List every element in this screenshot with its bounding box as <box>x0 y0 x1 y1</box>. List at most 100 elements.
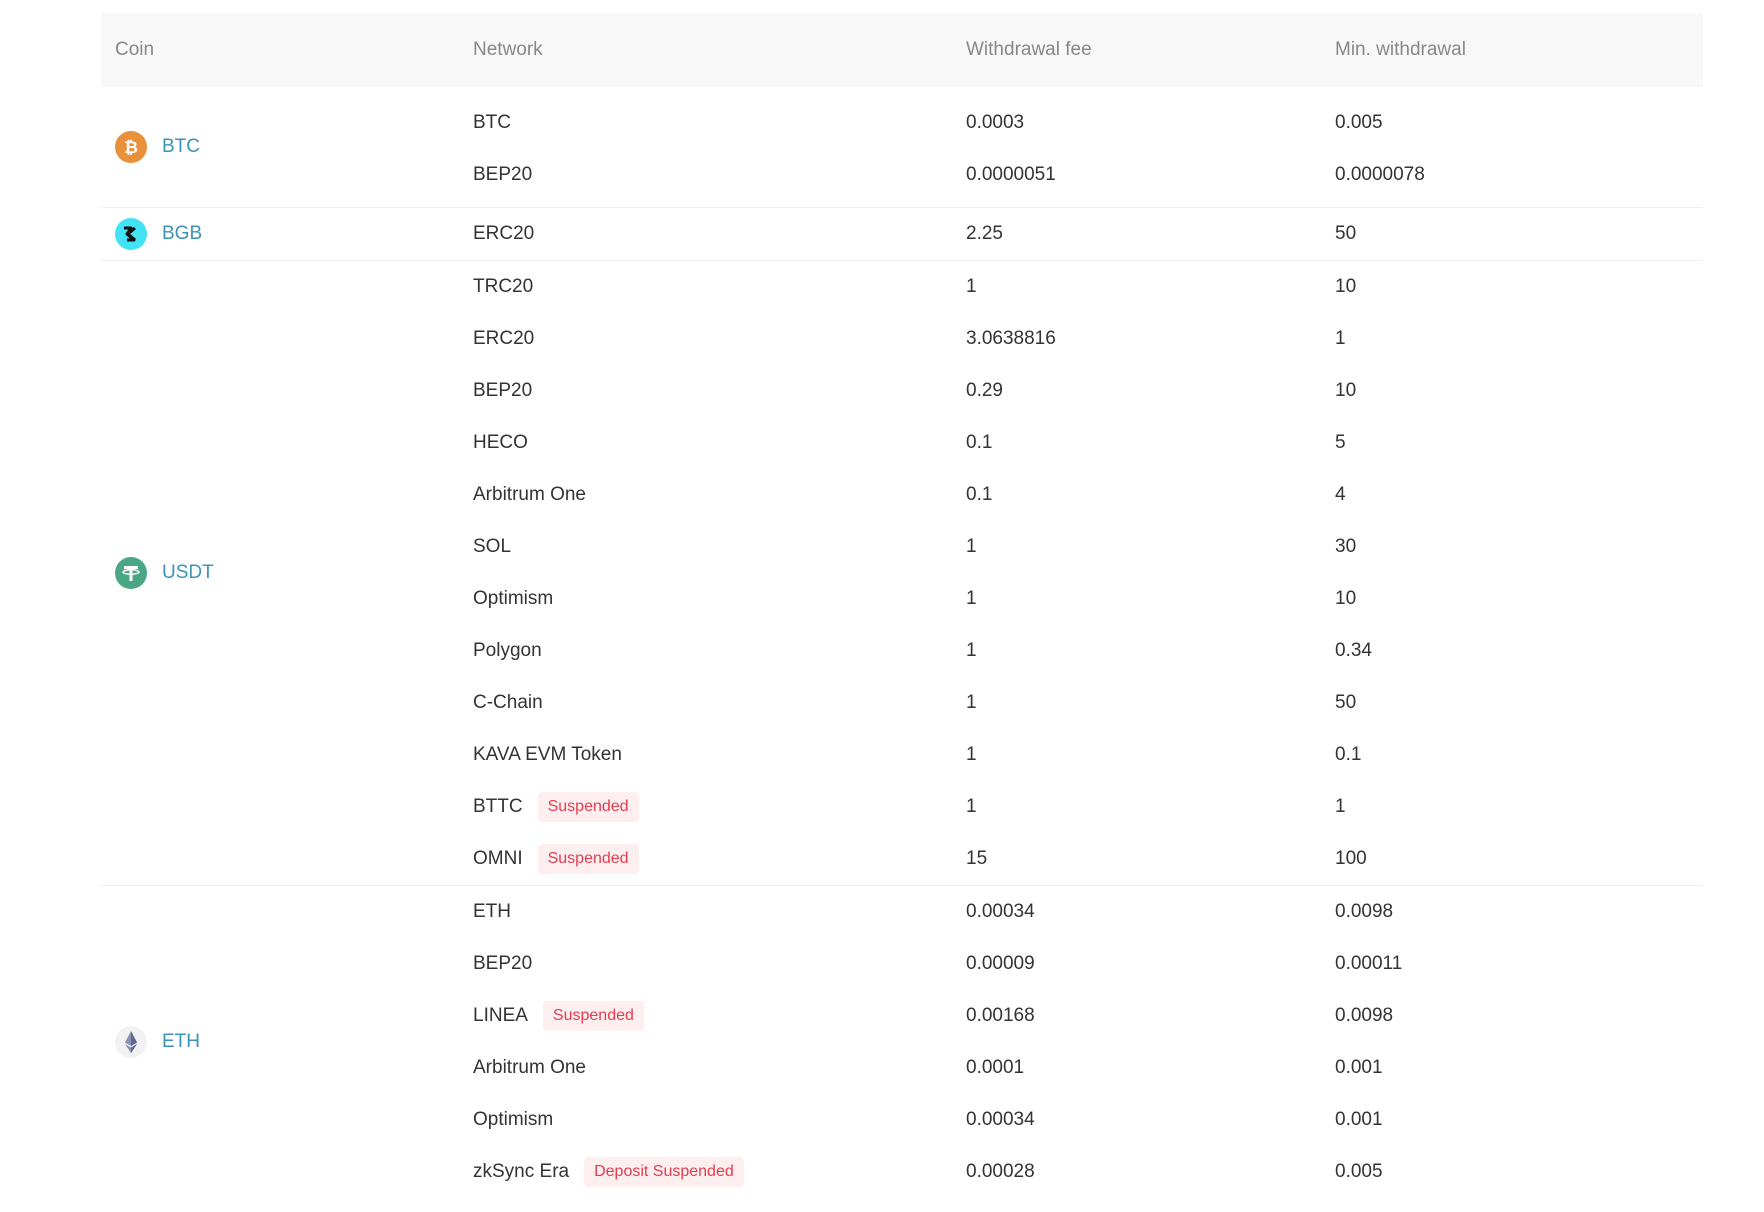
coin-cell[interactable]: USDT <box>101 261 473 885</box>
withdrawal-fee-cell: 0.00034 <box>966 1109 1035 1130</box>
table-row: zkSync Era Deposit Suspended 0.00028 0.005 <box>473 1146 1703 1198</box>
table-row: OMNI Suspended 15 100 <box>473 833 1703 885</box>
header-withdrawal-fee: Withdrawal fee <box>966 39 1092 60</box>
min-withdrawal-cell: 0.0098 <box>1335 1005 1394 1026</box>
network-cell: zkSync Era Deposit Suspended <box>473 1157 966 1187</box>
table-row: Arbitrum One 0.1 4 <box>473 469 1703 521</box>
network-cell: Optimism <box>473 588 966 610</box>
network-name: C-Chain <box>473 692 543 713</box>
table-row: BTTC Suspended 1 1 <box>473 781 1703 833</box>
min-withdrawal-cell: 1 <box>1335 796 1346 817</box>
network-cell: OMNI Suspended <box>473 844 966 874</box>
header-coin: Coin <box>115 39 155 60</box>
bitcoin-icon: ₿ <box>115 131 147 163</box>
table-header: Coin Network Withdrawal fee Min. withdra… <box>101 13 1703 87</box>
withdrawal-fee-cell: 0.29 <box>966 380 1003 401</box>
network-cell: Arbitrum One <box>473 1057 966 1079</box>
status-badge: Suspended <box>537 792 639 822</box>
withdrawal-fee-cell: 0.0003 <box>966 112 1025 133</box>
network-cell: C-Chain <box>473 692 966 714</box>
table-row: Arbitrum One 0.0001 0.001 <box>473 1042 1703 1094</box>
withdrawal-fee-cell: 1 <box>966 536 977 557</box>
min-withdrawal-cell: 0.005 <box>1335 112 1383 133</box>
network-cell: BEP20 <box>473 380 966 402</box>
network-name: BEP20 <box>473 164 533 185</box>
network-name: HECO <box>473 432 528 453</box>
min-withdrawal-cell: 0.0098 <box>1335 901 1394 922</box>
coin-link[interactable]: USDT <box>162 562 214 584</box>
min-withdrawal-cell: 0.34 <box>1335 640 1372 661</box>
network-name: ERC20 <box>473 328 535 349</box>
withdrawal-fee-cell: 0.0000051 <box>966 164 1056 185</box>
network-name: zkSync Era <box>473 1161 570 1182</box>
network-name: BTC <box>473 112 511 133</box>
min-withdrawal-cell: 0.0000078 <box>1335 164 1425 185</box>
min-withdrawal-cell: 0.001 <box>1335 1109 1383 1130</box>
min-withdrawal-cell: 30 <box>1335 536 1357 557</box>
min-withdrawal-cell: 0.00011 <box>1335 953 1403 974</box>
network-cell: Polygon <box>473 640 966 662</box>
network-cell: KAVA EVM Token <box>473 744 966 766</box>
coin-link[interactable]: ETH <box>162 1031 200 1053</box>
table-row: BEP20 0.0000051 0.0000078 <box>473 149 1703 201</box>
network-rows: BTC 0.0003 0.005 BEP20 0.0000051 0.0000078 <box>473 87 1703 207</box>
min-withdrawal-cell: 0.1 <box>1335 744 1362 765</box>
min-withdrawal-cell: 0.005 <box>1335 1161 1383 1182</box>
header-network: Network <box>473 39 543 60</box>
network-rows: ERC20 2.25 50 <box>473 208 1703 260</box>
withdrawal-fee-cell: 2.25 <box>966 223 1003 244</box>
withdrawal-fee-table: Coin Network Withdrawal fee Min. withdra… <box>101 13 1703 1198</box>
coin-group-bgb: BGB ERC20 2.25 50 <box>101 208 1703 261</box>
coin-link[interactable]: BTC <box>162 136 200 158</box>
withdrawal-fee-cell: 0.1 <box>966 432 993 453</box>
network-rows: TRC20 1 10 ERC20 3.0638816 1 BEP20 0.29 10 HECO 0.… <box>473 261 1703 885</box>
withdrawal-fee-cell: 0.00009 <box>966 953 1035 974</box>
table-row: BEP20 0.29 10 <box>473 365 1703 417</box>
tether-icon <box>115 557 147 589</box>
header-min-withdrawal: Min. withdrawal <box>1335 39 1466 60</box>
network-name: Optimism <box>473 1109 554 1130</box>
coin-group-usdt: USDT TRC20 1 10 ERC20 3.0638816 1 BEP20 0.29 10 HE… <box>101 261 1703 886</box>
min-withdrawal-cell: 100 <box>1335 848 1367 869</box>
network-cell: ERC20 <box>473 328 966 350</box>
network-cell: ETH <box>473 901 966 923</box>
coin-group-eth: ETH ETH 0.00034 0.0098 BEP20 0.00009 0.00011 LI… <box>101 886 1703 1198</box>
withdrawal-fee-cell: 3.0638816 <box>966 328 1056 349</box>
bitget-icon <box>115 218 147 250</box>
coin-cell[interactable]: BGB <box>101 208 473 260</box>
min-withdrawal-cell: 10 <box>1335 380 1357 401</box>
coin-link[interactable]: BGB <box>162 223 202 245</box>
withdrawal-fee-cell: 1 <box>966 640 977 661</box>
network-cell: BTC <box>473 112 966 134</box>
withdrawal-fee-cell: 1 <box>966 588 977 609</box>
withdrawal-fee-cell: 0.00168 <box>966 1005 1035 1026</box>
table-row: Optimism 1 10 <box>473 573 1703 625</box>
network-rows: ETH 0.00034 0.0098 BEP20 0.00009 0.00011 LINEA… <box>473 886 1703 1198</box>
network-cell: SOL <box>473 536 966 558</box>
table-row: ERC20 3.0638816 1 <box>473 313 1703 365</box>
min-withdrawal-cell: 5 <box>1335 432 1346 453</box>
network-cell: TRC20 <box>473 276 966 298</box>
table-row: SOL 1 30 <box>473 521 1703 573</box>
network-name: Polygon <box>473 640 542 661</box>
min-withdrawal-cell: 10 <box>1335 588 1357 609</box>
network-cell: LINEA Suspended <box>473 1001 966 1031</box>
network-name: BEP20 <box>473 380 533 401</box>
ethereum-icon <box>115 1026 147 1058</box>
network-name: ERC20 <box>473 223 535 244</box>
network-name: LINEA <box>473 1005 528 1026</box>
min-withdrawal-cell: 4 <box>1335 484 1346 505</box>
network-name: TRC20 <box>473 276 534 297</box>
table-row: BTC 0.0003 0.005 <box>473 97 1703 149</box>
coin-cell[interactable]: ₿ BTC <box>101 87 473 207</box>
table-row: Optimism 0.00034 0.001 <box>473 1094 1703 1146</box>
coin-group-btc: ₿ BTC BTC 0.0003 0.005 BEP20 0.0000051 0.000007… <box>101 87 1703 208</box>
network-cell: BTTC Suspended <box>473 792 966 822</box>
status-badge: Suspended <box>542 1001 644 1031</box>
network-name: BTTC <box>473 796 523 817</box>
coin-cell[interactable]: ETH <box>101 886 473 1198</box>
table-body: ₿ BTC BTC 0.0003 0.005 BEP20 0.0000051 0.000007… <box>101 87 1703 1198</box>
network-name: KAVA EVM Token <box>473 744 622 765</box>
withdrawal-fee-cell: 1 <box>966 276 977 297</box>
withdrawal-fee-cell: 15 <box>966 848 988 869</box>
